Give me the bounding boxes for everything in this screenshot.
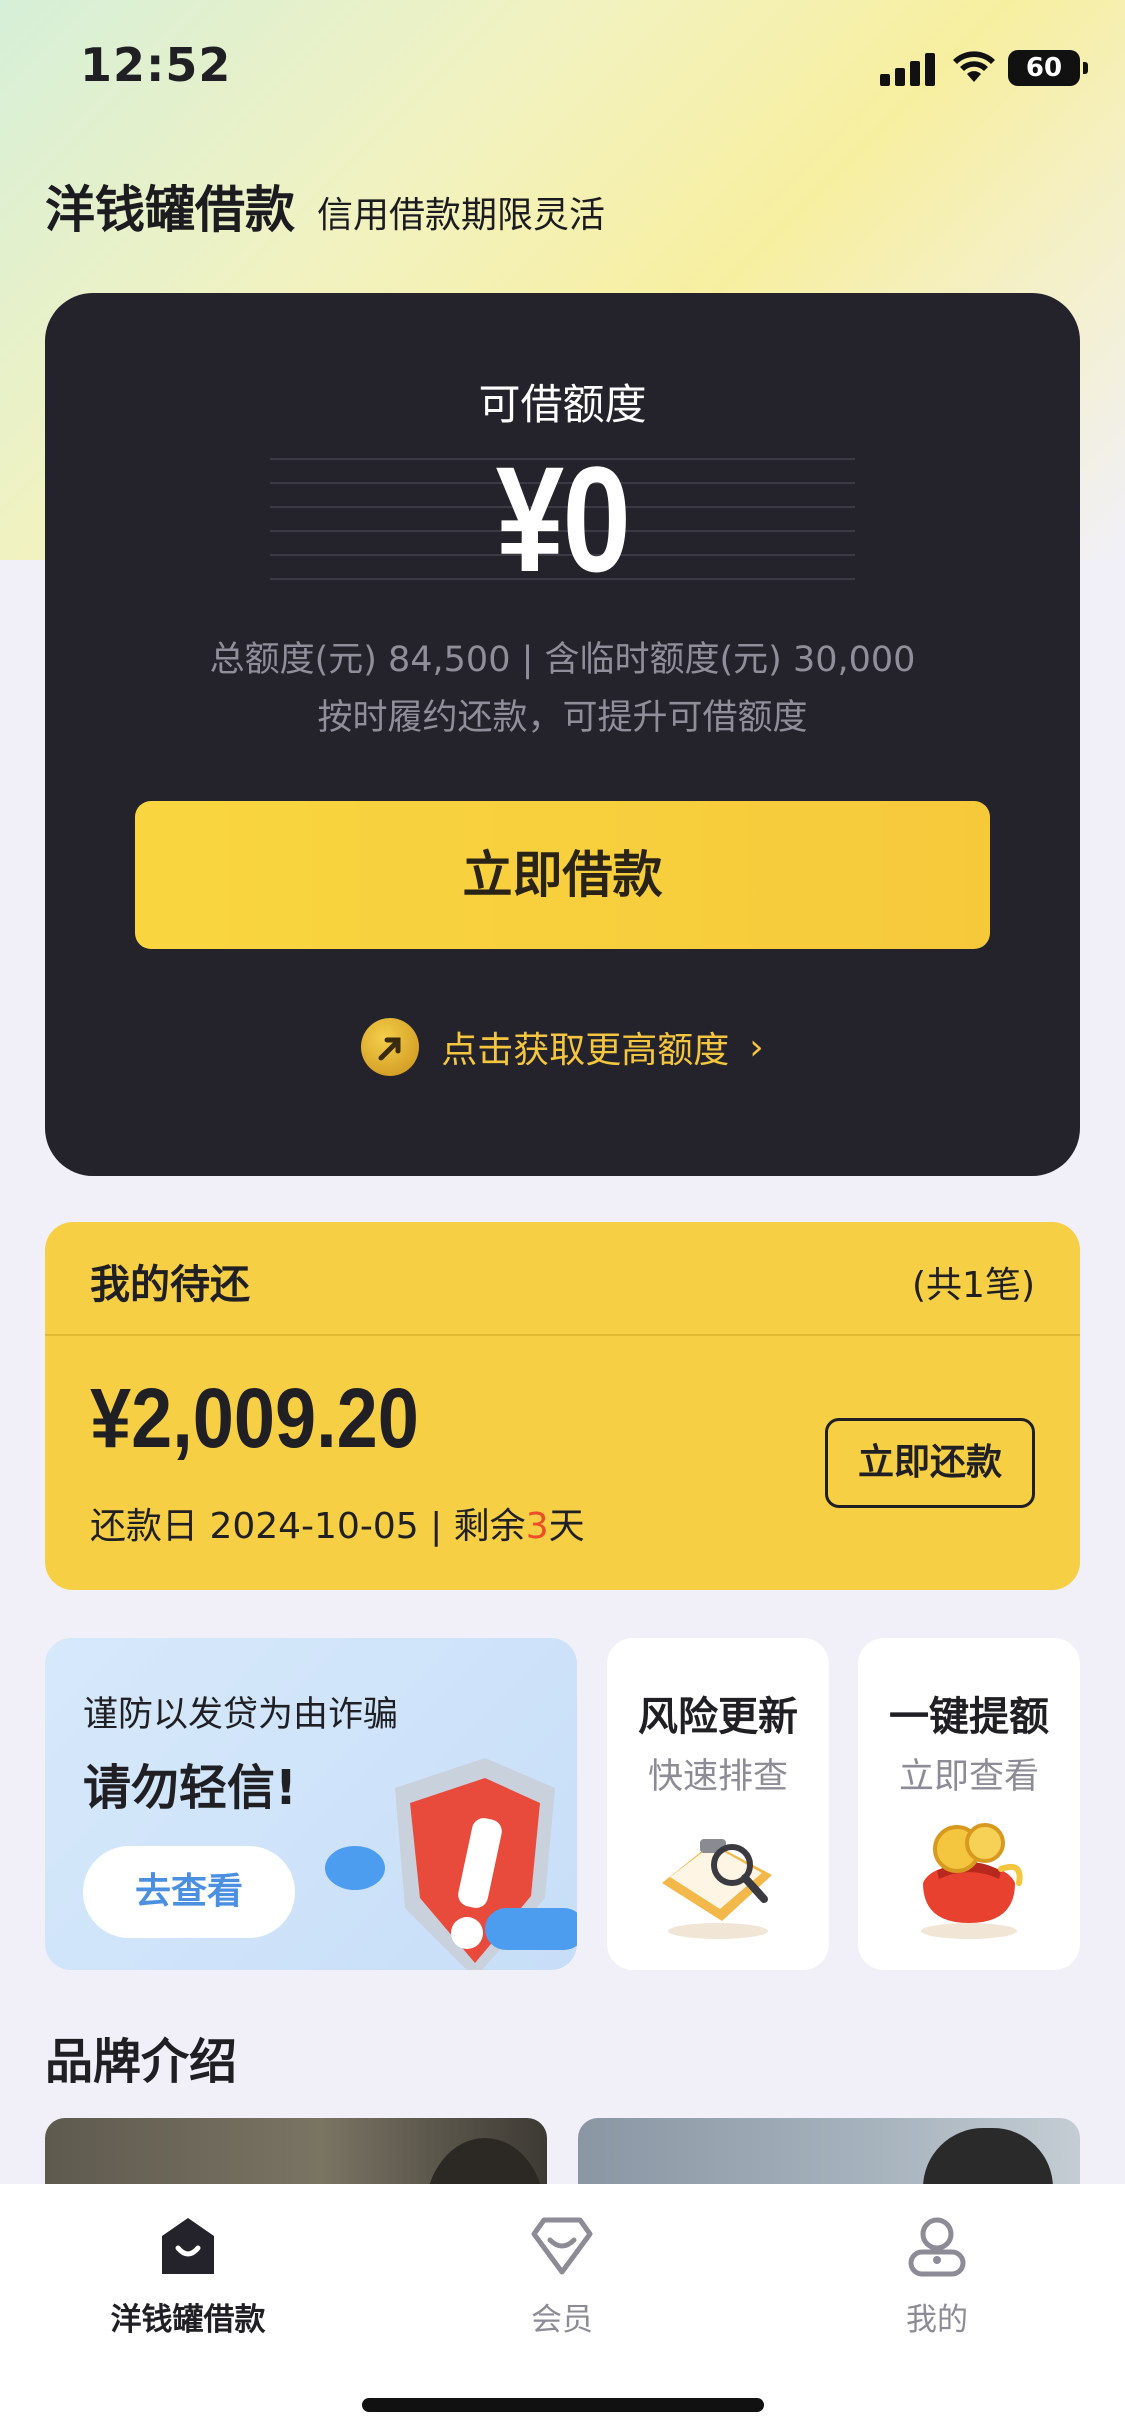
- status-time: 12:52: [80, 38, 232, 92]
- raise-quota-title: 一键提额: [889, 1694, 1049, 1740]
- status-bar: 12:52 60: [0, 0, 1125, 140]
- fraud-warning-text: 谨防以发贷为由诈骗: [83, 1695, 399, 1735]
- brand-intro-title: 品牌介绍: [45, 2034, 238, 2090]
- days-left: 3: [525, 1506, 549, 1547]
- app-title: 洋钱罐借款: [45, 181, 295, 239]
- warning-shield-icon: [325, 1758, 577, 1970]
- get-higher-quota-link[interactable]: 点击获取更高额度 ›: [45, 1018, 1080, 1076]
- repayment-due-date: 还款日 2024-10-05 | 剩余3天: [90, 1497, 585, 1549]
- raise-quota-subtitle: 立即查看: [898, 1757, 1039, 1797]
- coin-arrow-icon: [361, 1018, 420, 1076]
- app-subtitle: 信用借款期限灵活: [317, 195, 606, 236]
- repayment-amount: ¥2,009.20: [90, 1371, 419, 1465]
- profile-icon: [908, 2217, 966, 2277]
- home-indicator[interactable]: [362, 2398, 764, 2412]
- member-icon: [531, 2217, 593, 2275]
- available-credit-amount: ¥0: [495, 435, 631, 603]
- wifi-icon: [953, 51, 995, 82]
- view-fraud-info-button[interactable]: 去查看: [83, 1846, 295, 1938]
- due-date-text: 还款日 2024-10-05 | 剩余: [90, 1506, 526, 1547]
- chevron-right-icon: ›: [749, 1026, 764, 1068]
- tab-member-label: 会员: [531, 2302, 593, 2338]
- divider: [45, 1334, 1080, 1336]
- get-higher-quota-label: 点击获取更高额度: [441, 1030, 730, 1071]
- tab-loan-label: 洋钱罐借款: [110, 2302, 266, 2338]
- fraud-warning-title: 请勿轻信!: [83, 1760, 297, 1816]
- clipboard-magnifier-icon: [662, 1839, 772, 1939]
- pending-repayment-card[interactable]: 我的待还 (共1笔) ¥2,009.20 还款日 2024-10-05 | 剩余…: [45, 1222, 1080, 1590]
- tab-member[interactable]: 会员: [462, 2214, 662, 2339]
- pending-repayment-count: (共1笔): [912, 1265, 1035, 1306]
- credit-limit-card: 可借额度 ¥0 总额度(元) 84,500 | 含临时额度(元) 30,000 …: [45, 293, 1080, 1176]
- days-suffix: 天: [548, 1506, 585, 1547]
- credit-hint: 按时履约还款，可提升可借额度: [317, 698, 808, 738]
- anti-fraud-banner[interactable]: 谨防以发贷为由诈骗 请勿轻信! 去查看: [45, 1638, 577, 1970]
- raise-quota-card[interactable]: 一键提额 立即查看: [858, 1638, 1080, 1970]
- tab-loan[interactable]: 洋钱罐借款: [88, 2214, 288, 2339]
- money-bag-icon: [921, 1823, 1023, 1939]
- total-credit-line: 总额度(元) 84,500 | 含临时额度(元) 30,000: [209, 640, 916, 680]
- risk-update-card[interactable]: 风险更新 快速排查: [607, 1638, 829, 1970]
- page-header: 洋钱罐借款 信用借款期限灵活: [45, 170, 605, 242]
- credit-limit-label: 可借额度: [478, 380, 647, 429]
- cellular-signal-icon: [880, 52, 936, 86]
- risk-update-title: 风险更新: [638, 1694, 798, 1740]
- home-icon: [162, 2218, 214, 2274]
- borrow-now-button[interactable]: 立即借款: [135, 801, 990, 949]
- battery-icon: 60: [1008, 50, 1088, 86]
- repay-now-button[interactable]: 立即还款: [825, 1418, 1035, 1508]
- risk-update-subtitle: 快速排查: [647, 1757, 788, 1797]
- tab-profile[interactable]: 我的: [837, 2214, 1037, 2339]
- tab-profile-label: 我的: [906, 2302, 968, 2338]
- pending-repayment-title: 我的待还: [90, 1262, 250, 1308]
